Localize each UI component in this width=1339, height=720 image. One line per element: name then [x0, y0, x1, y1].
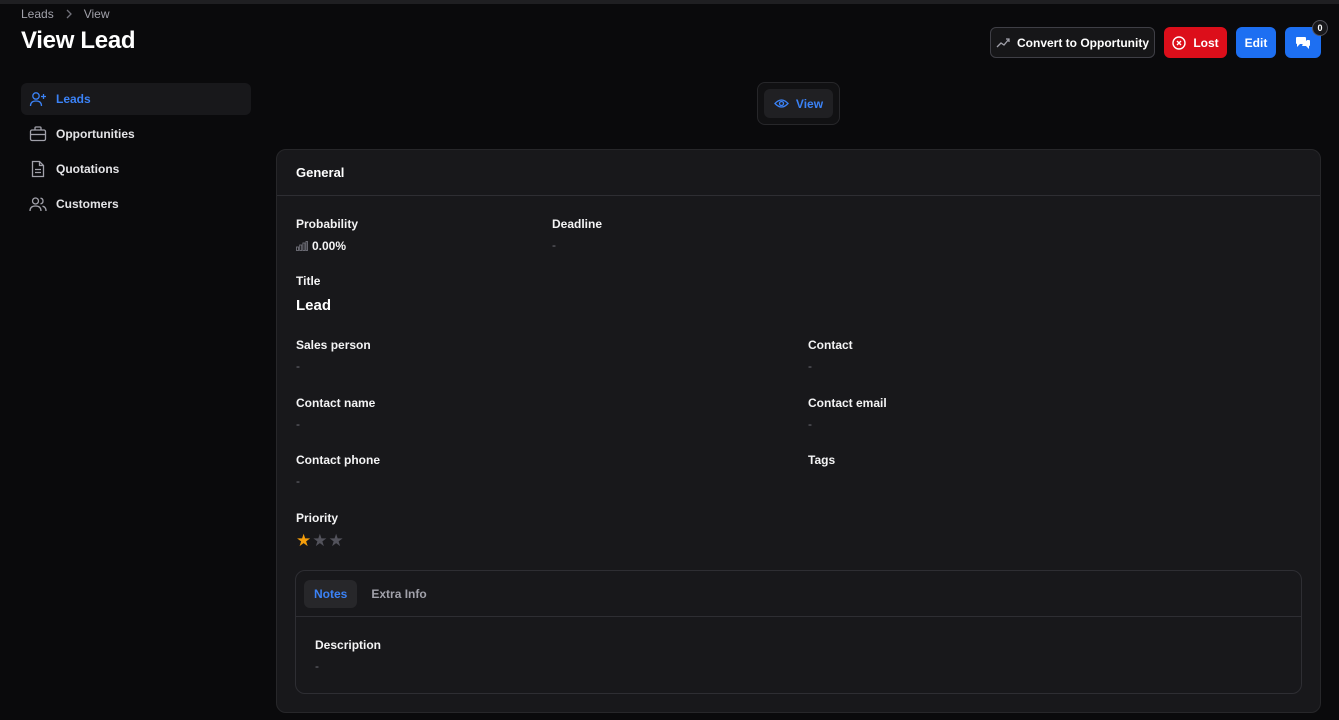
chat-button[interactable]: 0 [1285, 20, 1328, 58]
sidebar: Leads Opportunities Quotations Customers [21, 83, 251, 223]
contact-email-value: - [808, 417, 812, 431]
tab-view-label: View [795, 96, 824, 111]
convert-to-opportunity-button[interactable]: Convert to Opportunity [990, 27, 1155, 58]
tab-extra-info[interactable]: Extra Info [361, 580, 436, 608]
sidebar-item-quotations[interactable]: Quotations [21, 153, 251, 185]
title-label: Title [296, 274, 321, 288]
sidebar-item-customers[interactable]: Customers [21, 188, 251, 220]
priority-rating[interactable]: ★ ★ ★ [296, 532, 344, 549]
notes-tabbar: Notes Extra Info [296, 571, 1301, 617]
breadcrumb-view: View [83, 7, 110, 21]
contact-label: Contact [808, 338, 853, 352]
contact-email-label: Contact email [808, 396, 887, 410]
probability-value: 0.00% [296, 239, 346, 253]
probability-text: 0.00% [312, 239, 347, 253]
sidebar-item-leads[interactable]: Leads [21, 83, 251, 115]
page-title: View Lead [21, 27, 136, 54]
lost-button[interactable]: Lost [1164, 27, 1227, 58]
star-icon[interactable]: ★ [296, 532, 311, 549]
lost-label: Lost [1193, 35, 1219, 50]
breadcrumb: Leads View [21, 7, 110, 21]
tab-view[interactable]: View [764, 89, 833, 118]
sales-person-value: - [296, 359, 300, 373]
chevron-right-icon [66, 9, 72, 19]
sidebar-item-label: Quotations [56, 162, 120, 176]
users-icon [29, 197, 47, 212]
briefcase-icon [29, 126, 47, 142]
sales-person-label: Sales person [296, 338, 371, 352]
edit-label: Edit [1244, 35, 1268, 50]
convert-label: Convert to Opportunity [1017, 35, 1149, 50]
sidebar-item-opportunities[interactable]: Opportunities [21, 118, 251, 150]
star-icon[interactable]: ★ [312, 532, 327, 549]
contact-name-value: - [296, 417, 300, 431]
star-icon[interactable]: ★ [329, 532, 344, 549]
priority-label: Priority [296, 511, 339, 525]
top-bar [0, 0, 1339, 4]
probability-label: Probability [296, 217, 359, 231]
trending-up-icon [996, 37, 1010, 47]
deadline-value: - [552, 238, 556, 252]
sidebar-item-label: Opportunities [56, 127, 135, 141]
notes-panel: Notes Extra Info Description - [295, 570, 1302, 694]
breadcrumb-leads-link[interactable]: Leads [21, 7, 54, 21]
title-value: Lead [296, 297, 332, 314]
contact-name-label: Contact name [296, 396, 376, 410]
contact-value: - [808, 359, 812, 373]
description-label: Description [315, 638, 382, 652]
x-circle-icon [1172, 35, 1187, 50]
description-value: - [315, 659, 319, 673]
deadline-label: Deadline [552, 217, 603, 231]
sidebar-item-label: Leads [56, 92, 91, 106]
contact-phone-label: Contact phone [296, 453, 380, 467]
user-plus-icon [29, 92, 46, 107]
view-tabbar: View [757, 82, 840, 125]
contact-phone-value: - [296, 474, 300, 488]
document-icon [31, 160, 45, 178]
tags-label: Tags [808, 453, 836, 467]
signal-bars-icon [296, 241, 308, 251]
edit-button[interactable]: Edit [1236, 27, 1276, 58]
tab-notes[interactable]: Notes [304, 579, 358, 608]
sidebar-item-label: Customers [56, 197, 119, 211]
chat-bubbles-icon [1296, 36, 1310, 49]
chat-count-badge: 0 [1312, 20, 1328, 36]
eye-icon [774, 99, 789, 108]
general-card-heading: General [277, 150, 1320, 196]
general-card: General Probability 0.00% Deadline - Tit… [276, 149, 1321, 713]
